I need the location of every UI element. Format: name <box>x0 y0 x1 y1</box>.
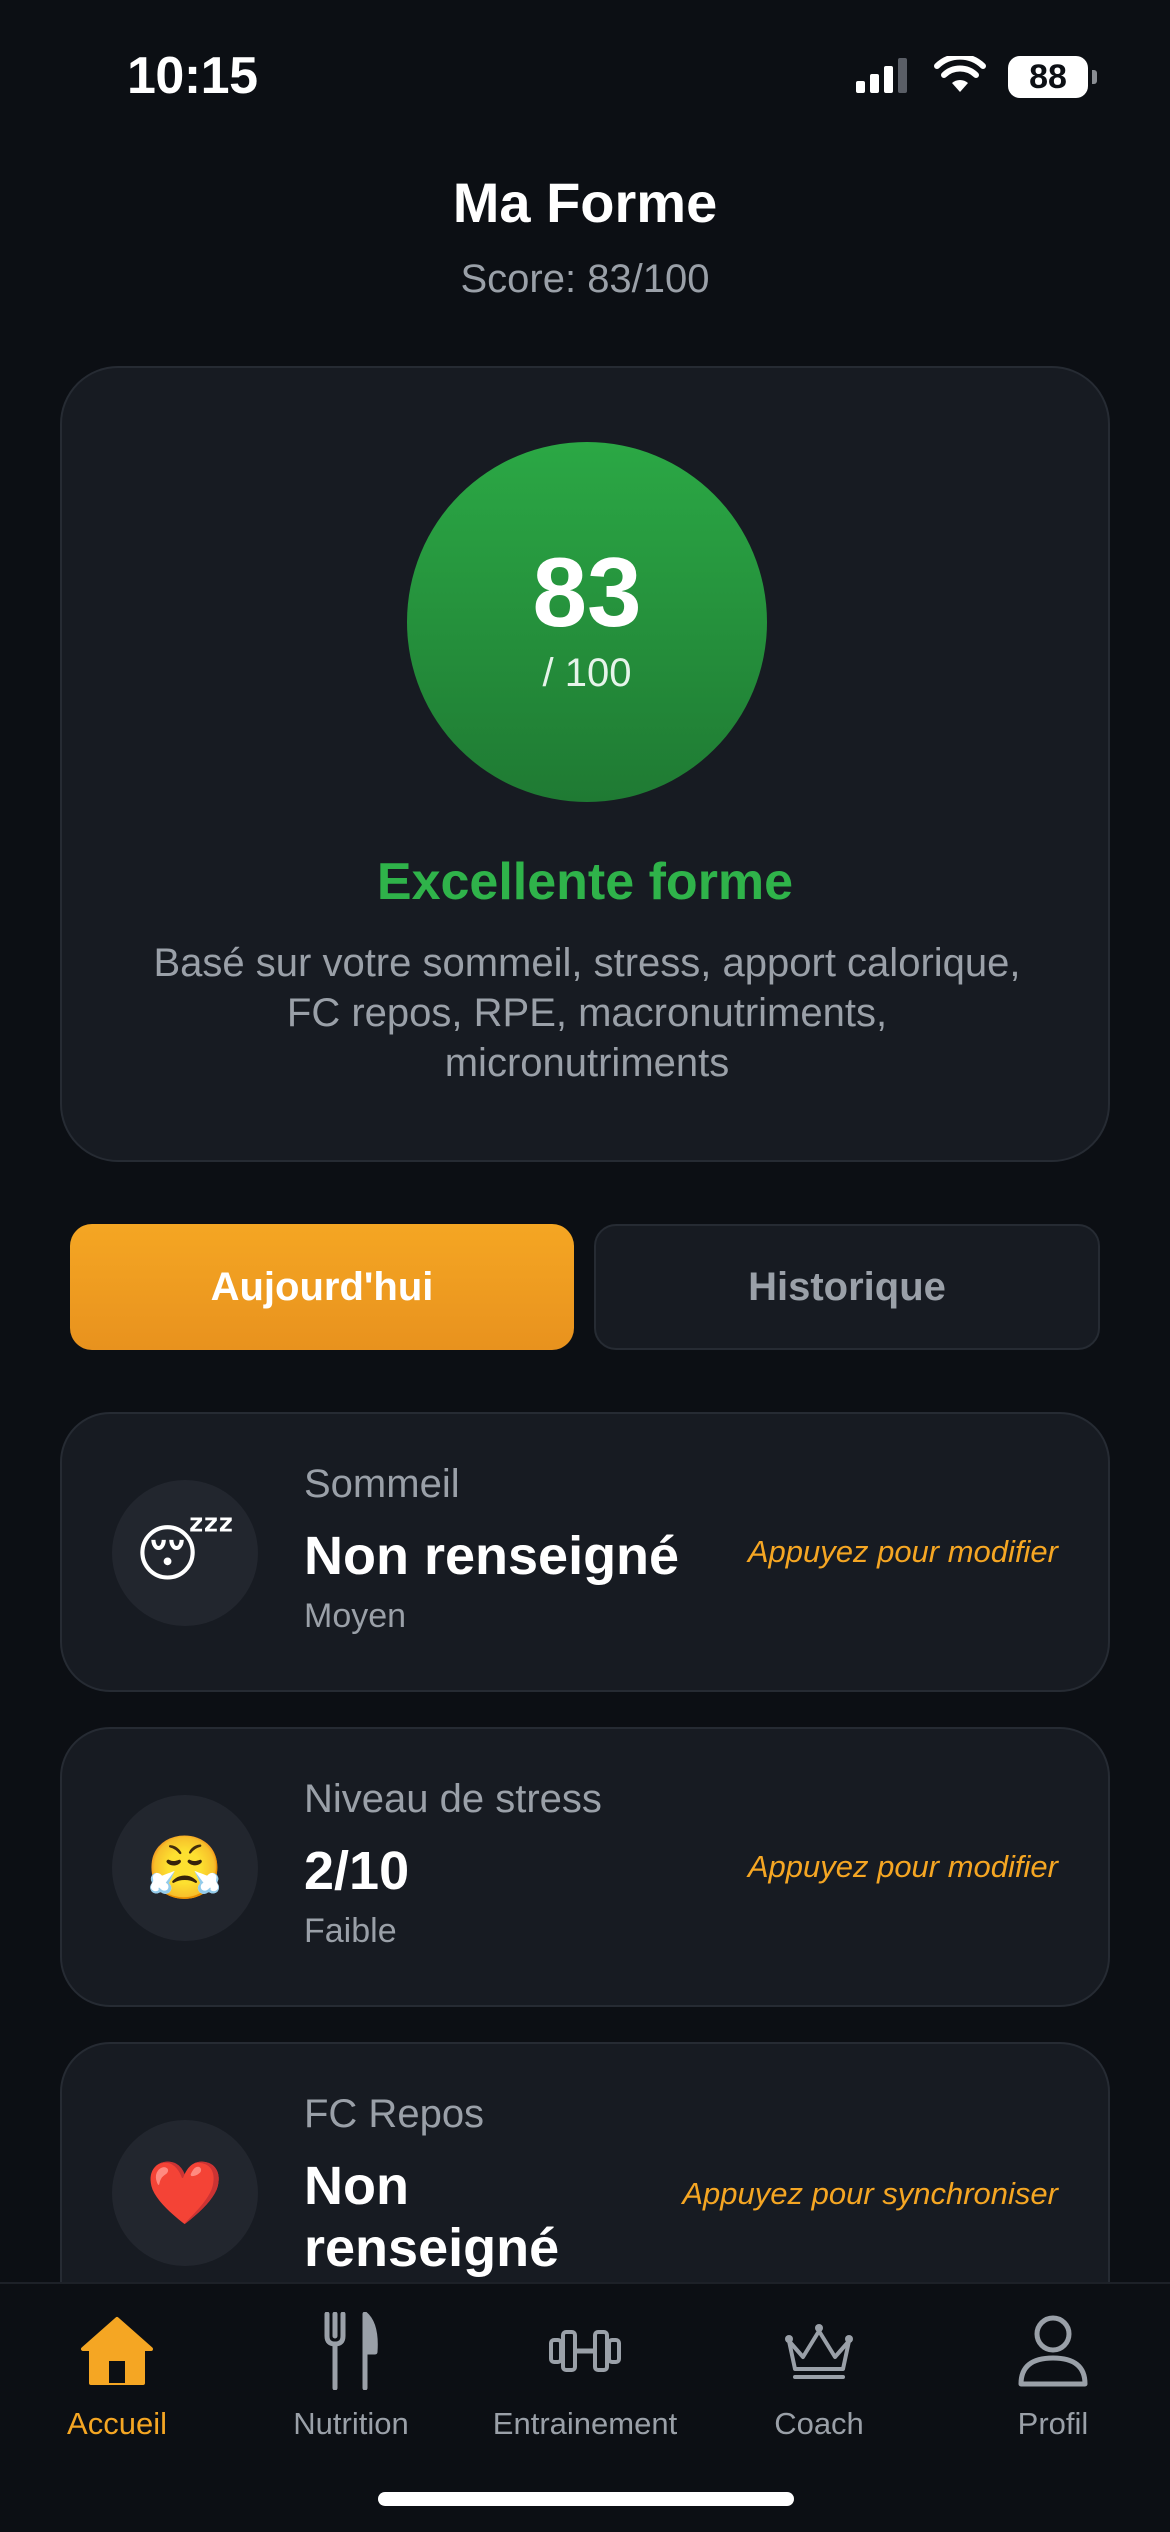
page-header: Ma Forme Score: 83/100 <box>0 170 1170 302</box>
tab-history[interactable]: Historique <box>594 1224 1100 1350</box>
cellular-signal-icon <box>856 57 912 98</box>
metric-label: Niveau de stress <box>304 1777 602 1821</box>
profile-icon <box>936 2308 1170 2394</box>
battery-icon: 88 <box>1008 56 1097 98</box>
metric-text: Niveau de stress 2/10 Faible <box>304 1777 602 1951</box>
battery-level: 88 <box>1029 57 1067 96</box>
edit-hint[interactable]: Appuyez pour modifier <box>748 1849 1058 1885</box>
home-indicator[interactable] <box>378 2492 794 2506</box>
wifi-icon <box>934 53 986 99</box>
metric-value-line: Non <box>304 2156 409 2216</box>
metric-level: Moyen <box>304 1597 407 1635</box>
fork-knife-icon <box>234 2308 468 2394</box>
nav-label: Accueil <box>67 2406 167 2441</box>
segmented-tabs: Aujourd'hui Historique <box>70 1224 1100 1350</box>
page-title: Ma Forme <box>452 171 718 234</box>
score-status-label: Excellente forme <box>376 853 794 911</box>
sleeping-face-icon: 😴 <box>112 1480 258 1626</box>
metric-label: FC Repos <box>304 2092 485 2136</box>
nav-label: Entrainement <box>492 2406 678 2441</box>
tab-today[interactable]: Aujourd'hui <box>70 1224 574 1350</box>
home-icon <box>0 2308 234 2394</box>
metric-card-stress[interactable]: 😤 Niveau de stress 2/10 Faible Appuyez p… <box>60 1727 1110 2007</box>
nav-label: Nutrition <box>293 2406 409 2441</box>
nav-label: Coach <box>774 2406 864 2441</box>
score-max: / 100 <box>542 650 632 695</box>
nav-item-training[interactable]: Entrainement <box>468 2308 702 2442</box>
metric-level: Faible <box>304 1912 397 1950</box>
score-value: 83 <box>532 536 642 647</box>
nav-item-home[interactable]: Accueil <box>0 2308 234 2442</box>
red-heart-icon: ❤️ <box>112 2120 258 2266</box>
screen: 10:15 88 Ma Forme Score: 83/100 83 / 100… <box>0 0 1170 2532</box>
nav-label: Profil <box>1017 2406 1089 2441</box>
status-indicators: 88 <box>856 52 1097 102</box>
metric-card-sleep[interactable]: 😴 Sommeil Non renseigné Moyen Appuyez po… <box>60 1412 1110 1692</box>
metric-text: Sommeil Non renseigné Moyen <box>304 1462 679 1636</box>
metric-value-line: renseigné <box>304 2218 560 2278</box>
score-card: 83 / 100 Excellente forme Basé sur votre… <box>60 366 1110 1162</box>
nav-item-nutrition[interactable]: Nutrition <box>234 2308 468 2442</box>
sync-hint[interactable]: Appuyez pour synchroniser <box>682 2176 1058 2212</box>
nav-item-profile[interactable]: Profil <box>936 2308 1170 2442</box>
metric-label: Sommeil <box>304 1462 460 1506</box>
status-bar: 10:15 88 <box>0 0 1170 150</box>
nav-item-coach[interactable]: Coach <box>702 2308 936 2442</box>
metric-value: Non renseigné <box>304 2155 559 2279</box>
dumbbell-icon <box>468 2308 702 2394</box>
metric-value: 2/10 <box>304 1841 410 1901</box>
huffing-face-icon: 😤 <box>112 1795 258 1941</box>
metric-value: Non renseigné <box>304 1526 680 1586</box>
score-description: Basé sur votre sommeil, stress, apport c… <box>153 941 1021 1085</box>
status-time: 10:15 <box>127 47 258 105</box>
crown-icon <box>702 2308 936 2394</box>
score-circle: 83 / 100 <box>407 442 767 802</box>
edit-hint[interactable]: Appuyez pour modifier <box>748 1534 1058 1570</box>
metric-text: FC Repos Non renseigné <box>304 2092 559 2279</box>
page-subtitle: Score: 83/100 <box>460 257 710 301</box>
